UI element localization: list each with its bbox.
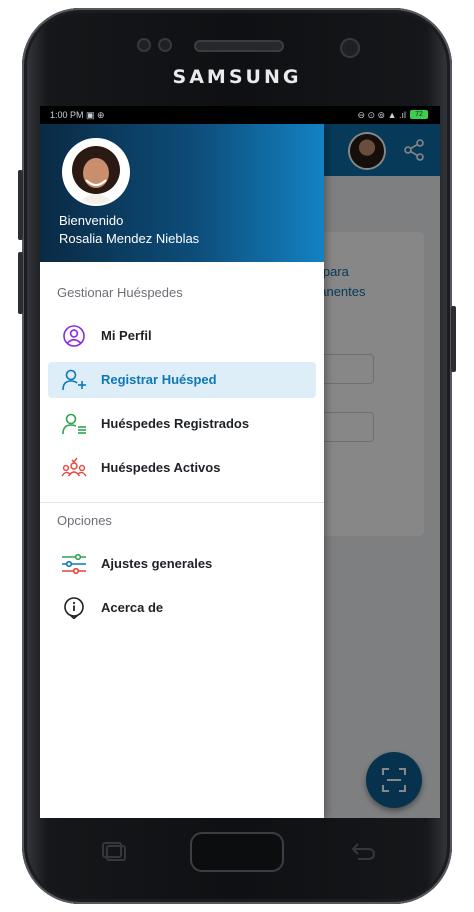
user-circle-icon [63, 325, 85, 347]
menu-item-registrar-huesped[interactable]: Registrar Huésped [48, 362, 316, 398]
battery-icon: 72 [410, 110, 428, 119]
status-right: ⊖ ⊙ ⊚ ▲ .ıl [357, 110, 406, 120]
front-camera [340, 38, 360, 58]
back-key[interactable] [348, 840, 378, 862]
recent-apps-key[interactable] [98, 840, 128, 862]
home-button[interactable] [190, 832, 284, 872]
avatar-image [64, 140, 128, 204]
navigation-drawer: Bienvenido Rosalia Mendez Nieblas Gestio… [40, 124, 324, 818]
menu-item-acerca-de[interactable]: Acerca de [48, 590, 316, 626]
menu-label: Mi Perfil [101, 328, 152, 343]
group-icon [61, 457, 87, 477]
drawer-header: Bienvenido Rosalia Mendez Nieblas [40, 124, 324, 262]
menu-label: Huéspedes Activos [101, 460, 221, 475]
brand-logo: SAMSUNG [172, 66, 302, 88]
menu-item-mi-perfil[interactable]: Mi Perfil [48, 318, 316, 354]
menu-label: Acerca de [101, 600, 164, 615]
menu-label: Huéspedes Registrados [101, 416, 250, 431]
profile-avatar[interactable] [64, 140, 128, 204]
status-bar: 1:00 PM ▣ ⊕ ⊖ ⊙ ⊚ ▲ .ıl 72 [40, 106, 440, 124]
proximity-sensor [137, 38, 151, 52]
menu-label: Registrar Huésped [101, 372, 217, 387]
info-icon [64, 597, 84, 619]
power-button [451, 306, 456, 372]
menu-item-ajustes-generales[interactable]: Ajustes generales [48, 546, 316, 582]
menu-label: Ajustes generales [101, 556, 213, 571]
sliders-icon [62, 553, 86, 575]
light-sensor [158, 38, 172, 52]
user-name: Rosalia Mendez Nieblas [59, 231, 200, 246]
user-list-icon [62, 413, 86, 435]
user-add-icon [62, 369, 86, 391]
bixby-button [18, 252, 23, 314]
section-divider [40, 502, 324, 503]
welcome-text: Bienvenido [59, 213, 124, 228]
status-left: 1:00 PM ▣ ⊕ [50, 110, 105, 120]
section-title-opciones: Opciones [57, 513, 112, 528]
volume-button [18, 170, 23, 240]
screen: 1:00 PM ▣ ⊕ ⊖ ⊙ ⊚ ▲ .ıl 72 a para nanent… [40, 106, 440, 818]
menu-item-huespedes-registrados[interactable]: Huéspedes Registrados [48, 406, 316, 442]
menu-item-huespedes-activos[interactable]: Huéspedes Activos [48, 450, 316, 486]
section-title-gestionar: Gestionar Huéspedes [57, 285, 183, 300]
earpiece-speaker [194, 40, 284, 52]
